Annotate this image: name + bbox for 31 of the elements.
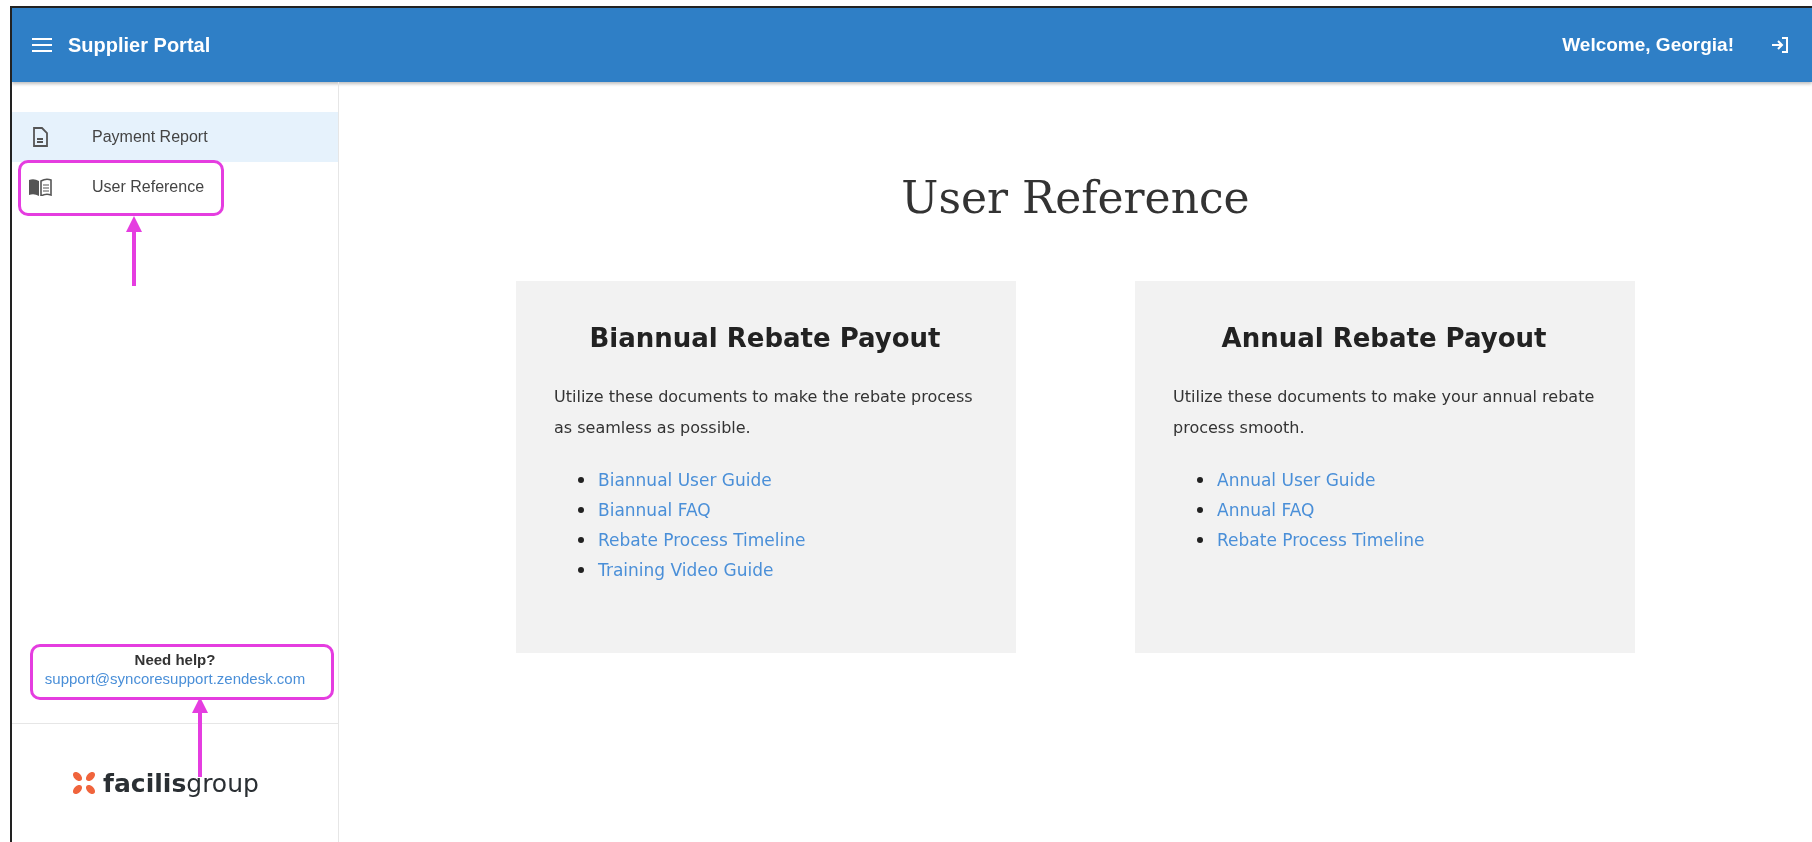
book-icon bbox=[28, 178, 52, 196]
card-title: Annual Rebate Payout bbox=[1220, 323, 1548, 353]
logout-icon[interactable] bbox=[1770, 35, 1790, 55]
help-title: Need help? bbox=[134, 651, 216, 668]
card-description: Utilize these documents to make your annual rebate process smooth. bbox=[1173, 386, 1595, 439]
bullet-icon bbox=[578, 507, 584, 513]
document-link[interactable]: Biannual FAQ bbox=[598, 500, 711, 520]
bullet-icon bbox=[1197, 537, 1203, 543]
card-description: Utilize these documents to make the rebate process as seamless as possible. bbox=[554, 386, 974, 439]
welcome-text: Welcome, Georgia! bbox=[1562, 34, 1734, 56]
bullet-icon bbox=[1197, 477, 1203, 483]
bullet-icon bbox=[1197, 507, 1203, 513]
pointer-arrow bbox=[124, 216, 144, 286]
nav-item[interactable]: User Reference bbox=[12, 162, 338, 212]
document-link[interactable]: Annual FAQ bbox=[1217, 500, 1315, 520]
flower-logo-icon bbox=[71, 770, 98, 796]
document-link[interactable]: Annual User Guide bbox=[1217, 470, 1376, 490]
app-title: Supplier Portal bbox=[68, 33, 211, 57]
bullet-icon bbox=[578, 477, 584, 483]
nav-item[interactable]: Payment Report bbox=[12, 112, 338, 162]
document-link[interactable]: Rebate Process Timeline bbox=[598, 530, 806, 550]
support-email-link[interactable]: support@syncoresupport.zendesk.com bbox=[44, 670, 306, 687]
document-link[interactable]: Rebate Process Timeline bbox=[1217, 530, 1425, 550]
menu-icon[interactable] bbox=[32, 37, 52, 53]
brand-logo-text: facilisgroup bbox=[103, 768, 259, 798]
card-title: Biannual Rebate Payout bbox=[588, 323, 942, 353]
document-link[interactable]: Training Video Guide bbox=[598, 560, 774, 580]
bullet-icon bbox=[578, 537, 584, 543]
bullet-icon bbox=[578, 567, 584, 573]
page-title: User Reference bbox=[901, 172, 1250, 223]
document-link[interactable]: Biannual User Guide bbox=[598, 470, 772, 490]
